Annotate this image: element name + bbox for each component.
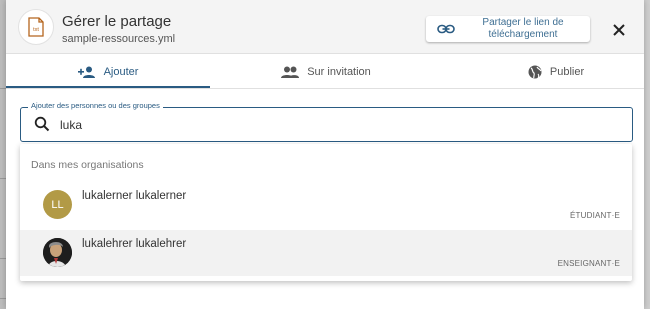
share-dialog: txt Gérer le partage sample-ressources.y…: [6, 0, 644, 309]
tab-label: Ajouter: [103, 66, 139, 78]
results-group-header: Dans mes organisations: [31, 159, 144, 171]
dialog-title: Gérer le partage: [62, 13, 172, 30]
result-role: ENSEIGNANT·E: [557, 259, 620, 268]
active-tab-indicator: [6, 86, 210, 88]
tab-publier[interactable]: Publier: [486, 55, 626, 89]
search-icon: [34, 116, 50, 132]
avatar: LL: [43, 190, 72, 219]
file-name: sample-ressources.yml: [62, 33, 176, 45]
result-item-lukalehrer[interactable]: lukalehrer lukalehrer ENSEIGNANT·E: [20, 230, 632, 276]
tab-bar: Ajouter Sur invitation Publier: [6, 55, 644, 89]
tab-sur-invitation[interactable]: Sur invitation: [246, 55, 406, 89]
tab-label: Sur invitation: [307, 66, 371, 78]
result-item-lukalerner[interactable]: LL lukalerner lukalerner ÉTUDIANT·E: [20, 182, 632, 228]
search-input[interactable]: [60, 114, 620, 136]
user-photo-icon: [43, 238, 72, 267]
tab-ajouter[interactable]: Ajouter: [6, 55, 210, 89]
search-field-label: Ajouter des personnes ou des groupes: [28, 101, 163, 110]
person-add-icon: [77, 66, 96, 78]
close-button[interactable]: [608, 19, 630, 41]
dialog-header: txt Gérer le partage sample-ressources.y…: [6, 0, 644, 54]
result-name: lukalehrer lukalehrer: [82, 238, 187, 250]
file-text-icon: txt: [18, 9, 54, 45]
globe-icon: [528, 65, 542, 79]
people-icon: [281, 66, 300, 78]
result-role: ÉTUDIANT·E: [570, 211, 620, 220]
share-link-button[interactable]: Partager le lien de téléchargement: [426, 16, 590, 42]
avatar: [43, 238, 72, 267]
file-type-badge: txt: [33, 27, 39, 33]
search-results-dropdown: Dans mes organisations LL lukalerner luk…: [20, 144, 632, 281]
link-icon: [432, 16, 460, 42]
result-name: lukalerner lukalerner: [82, 190, 187, 202]
share-link-label: Partager le lien de téléchargement: [482, 17, 564, 40]
tab-label: Publier: [549, 66, 585, 78]
close-icon: [613, 24, 625, 36]
